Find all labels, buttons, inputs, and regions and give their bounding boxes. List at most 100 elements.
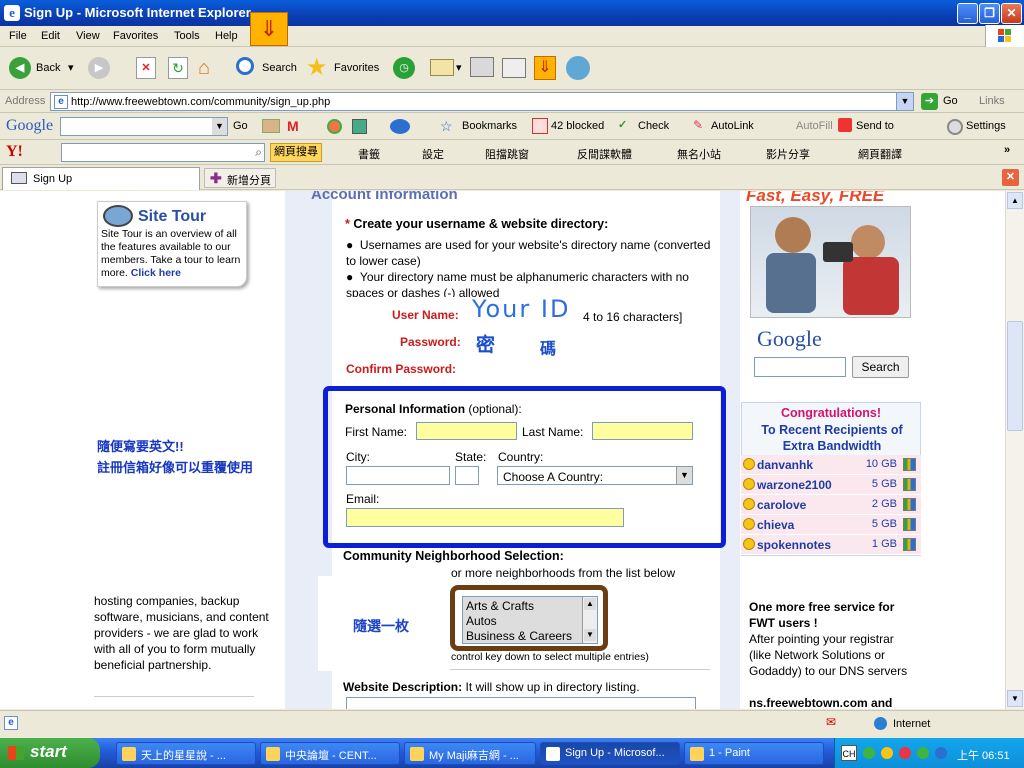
news-icon[interactable] (262, 119, 280, 133)
tab-sign-up[interactable]: Sign Up (2, 167, 200, 190)
yahoo-wretch[interactable]: 無名小站 (677, 146, 721, 162)
tab-new[interactable]: ✚ 新增分頁 (204, 168, 276, 188)
task-item[interactable]: 中央論壇 - CENT... (260, 742, 400, 765)
edit-icon[interactable] (502, 58, 526, 78)
task-item[interactable]: 1 - Paint (684, 742, 824, 765)
check-button[interactable]: Check (638, 120, 669, 132)
neighborhood-option[interactable]: Arts & Crafts (466, 599, 534, 613)
tray-icon[interactable] (917, 747, 929, 759)
magnifier-icon[interactable]: ⌕ (255, 145, 262, 160)
tray-icon[interactable] (935, 747, 947, 759)
neighborhood-option[interactable]: Autos (466, 614, 497, 628)
recipient-name[interactable]: warzone2100 (757, 478, 832, 492)
bookmarks-button[interactable]: Bookmarks (462, 120, 517, 132)
vertical-scrollbar[interactable]: ▲ ▼ (1005, 191, 1024, 709)
home-icon[interactable]: ⌂ (198, 56, 222, 80)
email-input[interactable] (346, 508, 624, 527)
bookmarks-star-icon[interactable]: ☆ (440, 118, 453, 135)
recipient-name[interactable]: chieva (757, 518, 794, 532)
start-button[interactable]: start (0, 738, 100, 768)
clock[interactable]: 上午 06:51 (957, 747, 1010, 763)
yahoo-antispy[interactable]: 反間諜軟體 (577, 146, 632, 162)
print-icon[interactable] (470, 57, 494, 77)
minimize-button[interactable]: _ (957, 3, 978, 24)
recipient-name[interactable]: spokennotes (757, 538, 831, 552)
tray-icon[interactable] (899, 747, 911, 759)
autofill-button[interactable]: AutoFill (796, 120, 833, 132)
menu-favorites[interactable]: Favorites (113, 30, 158, 42)
task-item-active[interactable]: Sign Up - Microsof... (540, 742, 680, 765)
close-button[interactable]: ✕ (1001, 3, 1022, 24)
site-tour-link[interactable]: Click here (131, 267, 181, 279)
scroll-up-icon[interactable]: ▲ (584, 598, 596, 610)
scroll-up-icon[interactable]: ▲ (1007, 192, 1023, 209)
download-accelerator-icon[interactable]: ⇓ (250, 12, 288, 46)
neighborhood-option[interactable]: Business & Careers (466, 629, 572, 643)
google-search-right-input[interactable] (754, 357, 846, 377)
autolink-icon[interactable]: ✎ (693, 118, 703, 132)
state-input[interactable] (455, 466, 479, 485)
download-icon[interactable]: ⇓ (534, 56, 556, 80)
recipient-name[interactable]: carolove (757, 498, 806, 512)
google-search-right-button[interactable]: Search (852, 356, 909, 378)
language-indicator[interactable]: CH (841, 745, 857, 761)
yahoo-translate[interactable]: 網頁翻譯 (858, 146, 902, 162)
settings-button[interactable]: Settings (966, 120, 1006, 132)
sendto-button[interactable]: Send to (856, 120, 894, 132)
yahoo-search-input[interactable]: ⌕ (61, 143, 265, 162)
mail-dropdown-icon[interactable]: ▾ (456, 61, 462, 74)
scroll-down-icon[interactable]: ▼ (1007, 690, 1023, 707)
scroll-thumb[interactable] (1007, 321, 1023, 431)
go-button[interactable]: Go (943, 95, 958, 107)
apps-icon[interactable] (352, 119, 367, 134)
yahoo-video[interactable]: 影片分享 (766, 146, 810, 162)
menu-view[interactable]: View (76, 30, 100, 42)
google-dropdown-icon[interactable]: ▼ (212, 118, 227, 135)
back-button[interactable]: Back (36, 62, 60, 74)
autolink-button[interactable]: AutoLink (711, 120, 754, 132)
menu-edit[interactable]: Edit (41, 30, 60, 42)
close-tab-icon[interactable]: ✕ (1002, 169, 1019, 186)
yahoo-settings[interactable]: 設定 (422, 146, 444, 162)
history-icon[interactable]: ◷ (393, 57, 415, 79)
task-item[interactable]: My Maji麻吉網 - ... (404, 742, 536, 765)
messenger-icon[interactable] (566, 56, 590, 80)
settings-icon[interactable] (947, 119, 963, 135)
back-dropdown-icon[interactable]: ▾ (68, 61, 74, 74)
menu-tools[interactable]: Tools (174, 30, 200, 42)
address-input[interactable]: e http://www.freewebtown.com/community/s… (50, 92, 914, 111)
yahoo-popup-blocker[interactable]: 阻擋跳窗 (485, 146, 529, 162)
popup-status-icon[interactable]: ✉ (826, 715, 836, 729)
google-go-button[interactable]: Go (233, 120, 248, 132)
country-select[interactable]: Choose A Country: ▼ (497, 466, 693, 485)
favorites-button[interactable]: Favorites (334, 62, 379, 74)
task-item[interactable]: 天上的星星說 - ... (116, 742, 256, 765)
first-name-input[interactable] (416, 422, 517, 440)
dell-icon[interactable] (390, 119, 410, 134)
google-search-input[interactable]: ▼ (60, 117, 228, 136)
recipient-name[interactable]: danvanhk (757, 458, 813, 472)
last-name-input[interactable] (592, 422, 693, 440)
neighborhood-scrollbar[interactable]: ▲ ▼ (582, 597, 597, 643)
address-dropdown-icon[interactable]: ▼ (896, 93, 913, 110)
maximize-button[interactable]: ❐ (979, 3, 1000, 24)
neighborhood-list[interactable]: Arts & Crafts Autos Business & Careers ▲… (462, 596, 598, 644)
menu-file[interactable]: File (9, 30, 27, 42)
toolbar-overflow-icon[interactable]: » (1004, 144, 1010, 156)
refresh-icon[interactable]: ↻ (168, 57, 188, 79)
search-icon[interactable] (236, 57, 254, 75)
menu-help[interactable]: Help (215, 30, 238, 42)
popups-blocked[interactable]: 42 blocked (551, 120, 604, 132)
mail-icon[interactable] (430, 59, 454, 76)
back-arrow-icon[interactable]: ◀ (9, 57, 31, 79)
go-arrow-icon[interactable]: ➔ (921, 93, 938, 110)
spellcheck-icon[interactable]: ✓ (618, 118, 627, 131)
gmail-icon[interactable]: M (287, 118, 299, 134)
city-input[interactable] (346, 466, 450, 485)
forward-arrow-icon[interactable]: ▶ (88, 57, 110, 79)
tray-icon[interactable] (881, 747, 893, 759)
website-desc-input[interactable] (346, 697, 696, 709)
yahoo-bookmarks[interactable]: 書籤 (358, 146, 380, 162)
country-dropdown-icon[interactable]: ▼ (676, 467, 692, 484)
web-search-button[interactable]: 網頁搜尋 (270, 143, 322, 162)
